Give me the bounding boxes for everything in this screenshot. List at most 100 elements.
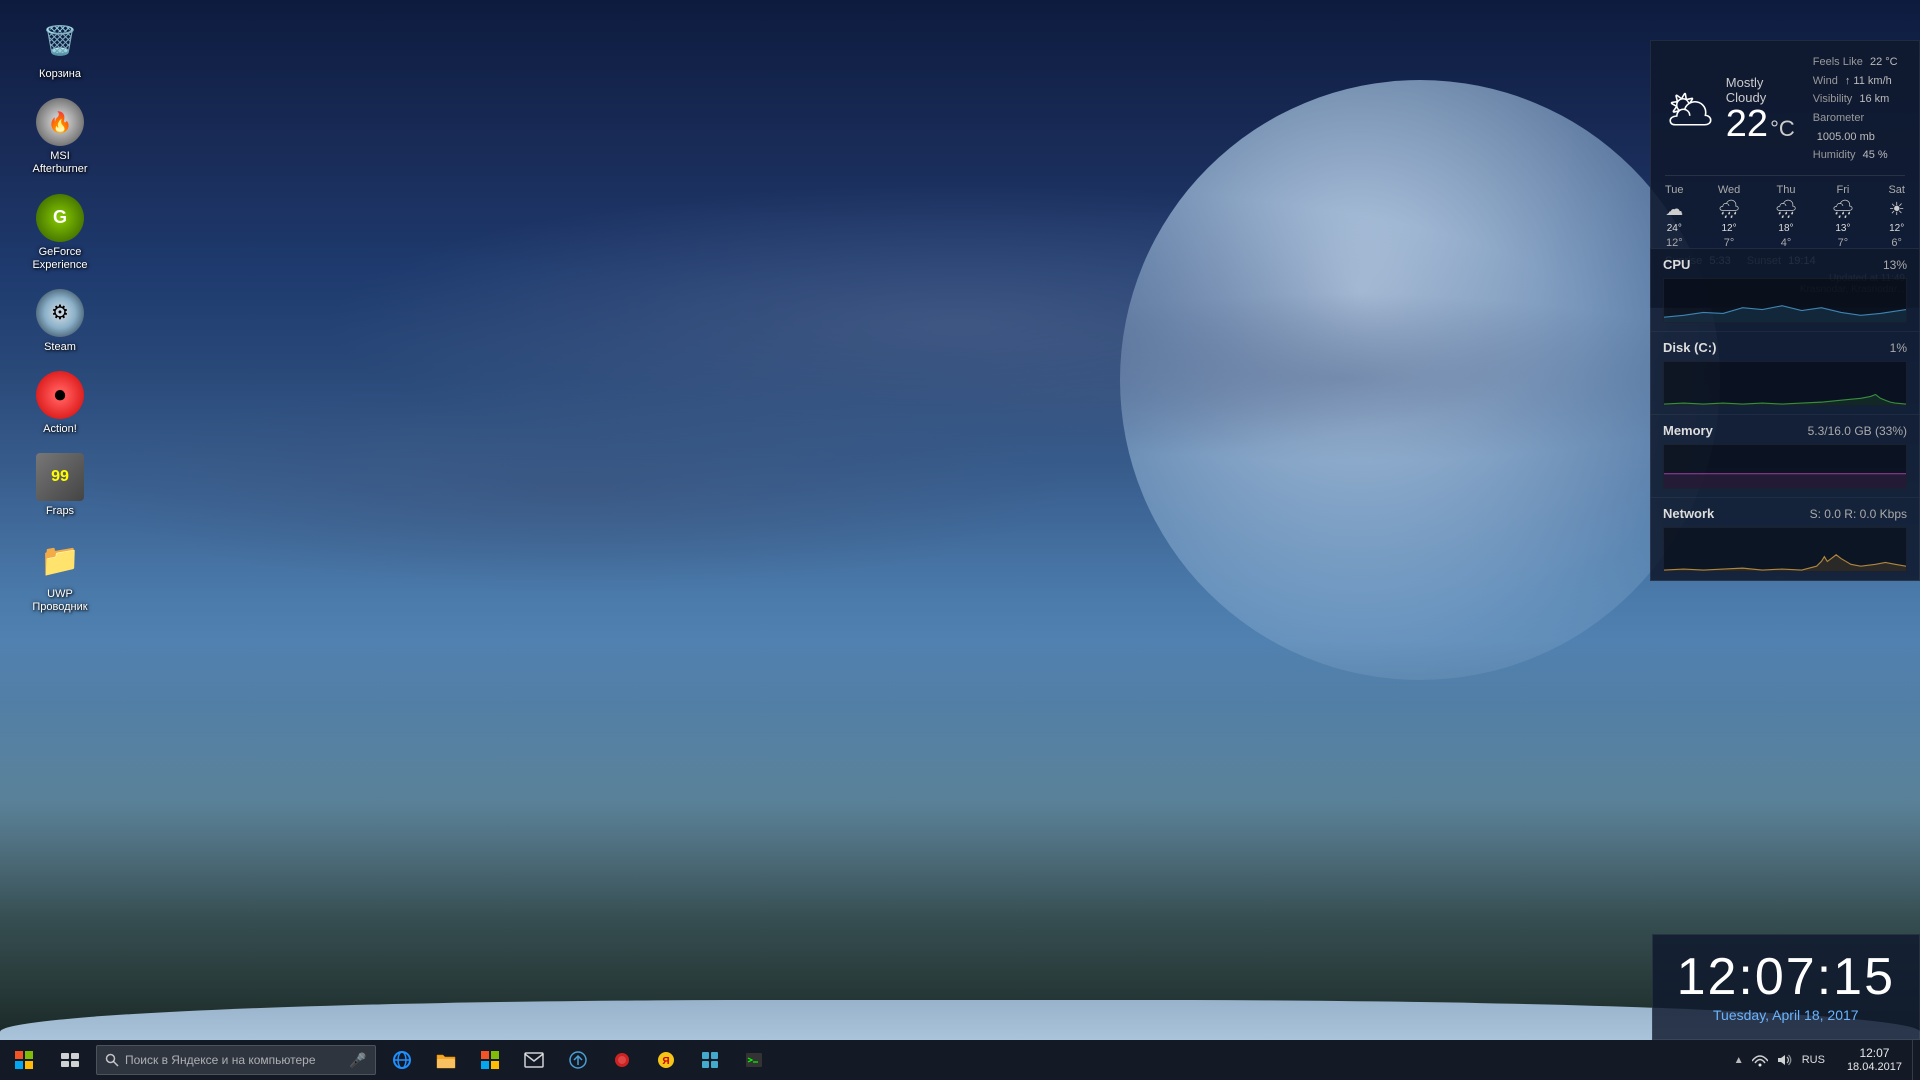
feels-like-label: Feels Like	[1813, 56, 1863, 68]
forecast-wed-label: Wed	[1718, 184, 1740, 196]
msi-afterburner-icon: 🔥	[36, 98, 84, 146]
ie-icon	[392, 1050, 412, 1070]
taskbar-app-ie[interactable]	[380, 1040, 424, 1080]
fraps-label: Fraps	[46, 505, 74, 518]
tray-language[interactable]: RUS	[1798, 1050, 1829, 1070]
taskbar-date: 18.04.2017	[1847, 1061, 1902, 1073]
wind-row: Wind ↑ 11 km/h	[1813, 72, 1905, 91]
wind-value: ↑ 11 km/h	[1845, 75, 1892, 87]
barometer-value: 1005.00 mb	[1817, 131, 1875, 143]
weather-condition: Mostly Cloudy	[1726, 75, 1795, 105]
disk-value: 1%	[1890, 341, 1907, 355]
steam-icon: ⚙	[36, 289, 84, 337]
desktop-icon-fraps[interactable]: 99 Fraps	[15, 447, 105, 524]
action-label: Action!	[43, 423, 77, 436]
search-input[interactable]	[125, 1053, 345, 1067]
sysmon-disk-section: Disk (C:) 1%	[1651, 332, 1919, 415]
weather-forecast: Tue ☁ 24° 12° Wed 🌧 12° 7° Thu 🌧 18° 4° …	[1665, 175, 1905, 249]
network-label: Network	[1663, 506, 1714, 521]
forecast-sat-icon: ☀	[1889, 199, 1905, 220]
forecast-thu-label: Thu	[1777, 184, 1796, 196]
forecast-day-sat: Sat ☀ 12° 6°	[1888, 184, 1905, 249]
microphone-icon[interactable]: 🎤	[349, 1052, 366, 1069]
taskbar-clock[interactable]: 12:07 18.04.2017	[1837, 1040, 1912, 1080]
svg-text:Я: Я	[662, 1056, 669, 1067]
recycle-bin-icon: 🗑️	[36, 16, 84, 64]
network-graph	[1663, 527, 1907, 572]
humidity-label: Humidity	[1813, 149, 1856, 161]
wind-label: Wind	[1813, 75, 1838, 87]
forecast-fri-label: Fri	[1837, 184, 1850, 196]
taskbar-app-explorer[interactable]	[424, 1040, 468, 1080]
disk-graph	[1663, 361, 1907, 406]
desktop-icon-steam[interactable]: ⚙ Steam	[15, 283, 105, 360]
taskbar-app-unknown3[interactable]	[732, 1040, 776, 1080]
taskbar-time: 12:07	[1859, 1047, 1889, 1060]
taskbar-app-yandex[interactable]: Я	[644, 1040, 688, 1080]
desktop-icon-recycle-bin[interactable]: 🗑️ Корзина	[15, 10, 105, 87]
forecast-day-wed: Wed 🌧 12° 7°	[1718, 184, 1741, 249]
sysmon-widget: CPU 13% Disk (C:) 1% Memory 5.3/16.0 GB …	[1650, 248, 1920, 581]
action-icon: ⏺	[36, 371, 84, 419]
clock-widget: 12:07:15 Tuesday, April 18, 2017	[1652, 934, 1920, 1040]
clock-date: Tuesday, April 18, 2017	[1677, 1007, 1895, 1023]
landscape-decoration	[0, 640, 1920, 1040]
weather-icon: 🌥	[1665, 86, 1716, 133]
geforce-icon: G	[36, 194, 84, 242]
humidity-row: Humidity 45 %	[1813, 146, 1905, 165]
settings-grid-icon	[700, 1050, 720, 1070]
desktop-icon-uwp-explorer[interactable]: 📁 UWPПроводник	[15, 530, 105, 620]
msi-afterburner-label: MSIAfterburner	[32, 150, 87, 176]
taskbar-tray: ▲ RUS	[1724, 1040, 1837, 1080]
desktop-icon-action[interactable]: ⏺ Action!	[15, 365, 105, 442]
forecast-day-tue: Tue ☁ 24° 12°	[1665, 184, 1684, 249]
sysmon-network-section: Network S: 0.0 R: 0.0 Kbps	[1651, 498, 1919, 580]
steam-label: Steam	[44, 341, 76, 354]
forecast-day-fri: Fri 🌧 13° 7°	[1832, 184, 1855, 249]
forecast-sat-high: 12°	[1889, 223, 1904, 234]
taskbar-app-store[interactable]	[468, 1040, 512, 1080]
taskbar-app-recording[interactable]	[600, 1040, 644, 1080]
cpu-graph	[1663, 278, 1907, 323]
taskbar-app-unknown1[interactable]	[556, 1040, 600, 1080]
barometer-row: Barometer 1005.00 mb	[1813, 109, 1905, 146]
forecast-tue-label: Tue	[1665, 184, 1684, 196]
tray-expand-button[interactable]: ▲	[1732, 1051, 1746, 1070]
visibility-label: Visibility	[1813, 93, 1853, 105]
tray-icon-volume[interactable]	[1774, 1050, 1794, 1070]
humidity-value: 45 %	[1863, 149, 1888, 161]
barometer-label: Barometer	[1813, 112, 1864, 124]
forecast-day-thu: Thu 🌧 18° 4°	[1775, 184, 1798, 249]
disk-label: Disk (C:)	[1663, 340, 1716, 355]
uwp-explorer-label: UWPПроводник	[32, 588, 87, 614]
taskbar-app-unknown2[interactable]	[688, 1040, 732, 1080]
store-icon	[480, 1050, 500, 1070]
cpu-label: CPU	[1663, 257, 1690, 272]
feels-like-row: Feels Like 22 °C	[1813, 53, 1905, 72]
tray-icon-network[interactable]	[1750, 1050, 1770, 1070]
taskbar: 🎤	[0, 1040, 1920, 1080]
sysmon-cpu-section: CPU 13%	[1651, 249, 1919, 332]
forecast-tue-icon: ☁	[1665, 199, 1683, 220]
recycle-bin-label: Корзина	[39, 68, 81, 81]
yandex-icon: Я	[656, 1050, 676, 1070]
taskbar-search-box[interactable]: 🎤	[96, 1045, 376, 1075]
show-desktop-button[interactable]	[1912, 1040, 1920, 1080]
task-view-button[interactable]	[48, 1040, 92, 1080]
desktop-icon-geforce[interactable]: G GeForceExperience	[15, 188, 105, 278]
forecast-fri-icon: 🌧	[1832, 199, 1855, 220]
forecast-fri-high: 13°	[1835, 223, 1850, 234]
taskbar-apps: Я	[380, 1040, 1724, 1080]
taskbar-app-mail[interactable]	[512, 1040, 556, 1080]
search-icon	[105, 1053, 119, 1067]
start-button[interactable]	[0, 1040, 48, 1080]
uwp-explorer-icon: 📁	[36, 536, 84, 584]
desktop-icon-msi-afterburner[interactable]: 🔥 MSIAfterburner	[15, 92, 105, 182]
sysmon-memory-section: Memory 5.3/16.0 GB (33%)	[1651, 415, 1919, 498]
forecast-thu-icon: 🌧	[1775, 199, 1798, 220]
geforce-label: GeForceExperience	[32, 246, 87, 272]
forecast-sat-label: Sat	[1888, 184, 1905, 196]
memory-label: Memory	[1663, 423, 1713, 438]
desktop-icons-area: 🗑️ Корзина 🔥 MSIAfterburner G GeForceExp…	[0, 0, 120, 1040]
memory-value: 5.3/16.0 GB (33%)	[1808, 424, 1907, 438]
